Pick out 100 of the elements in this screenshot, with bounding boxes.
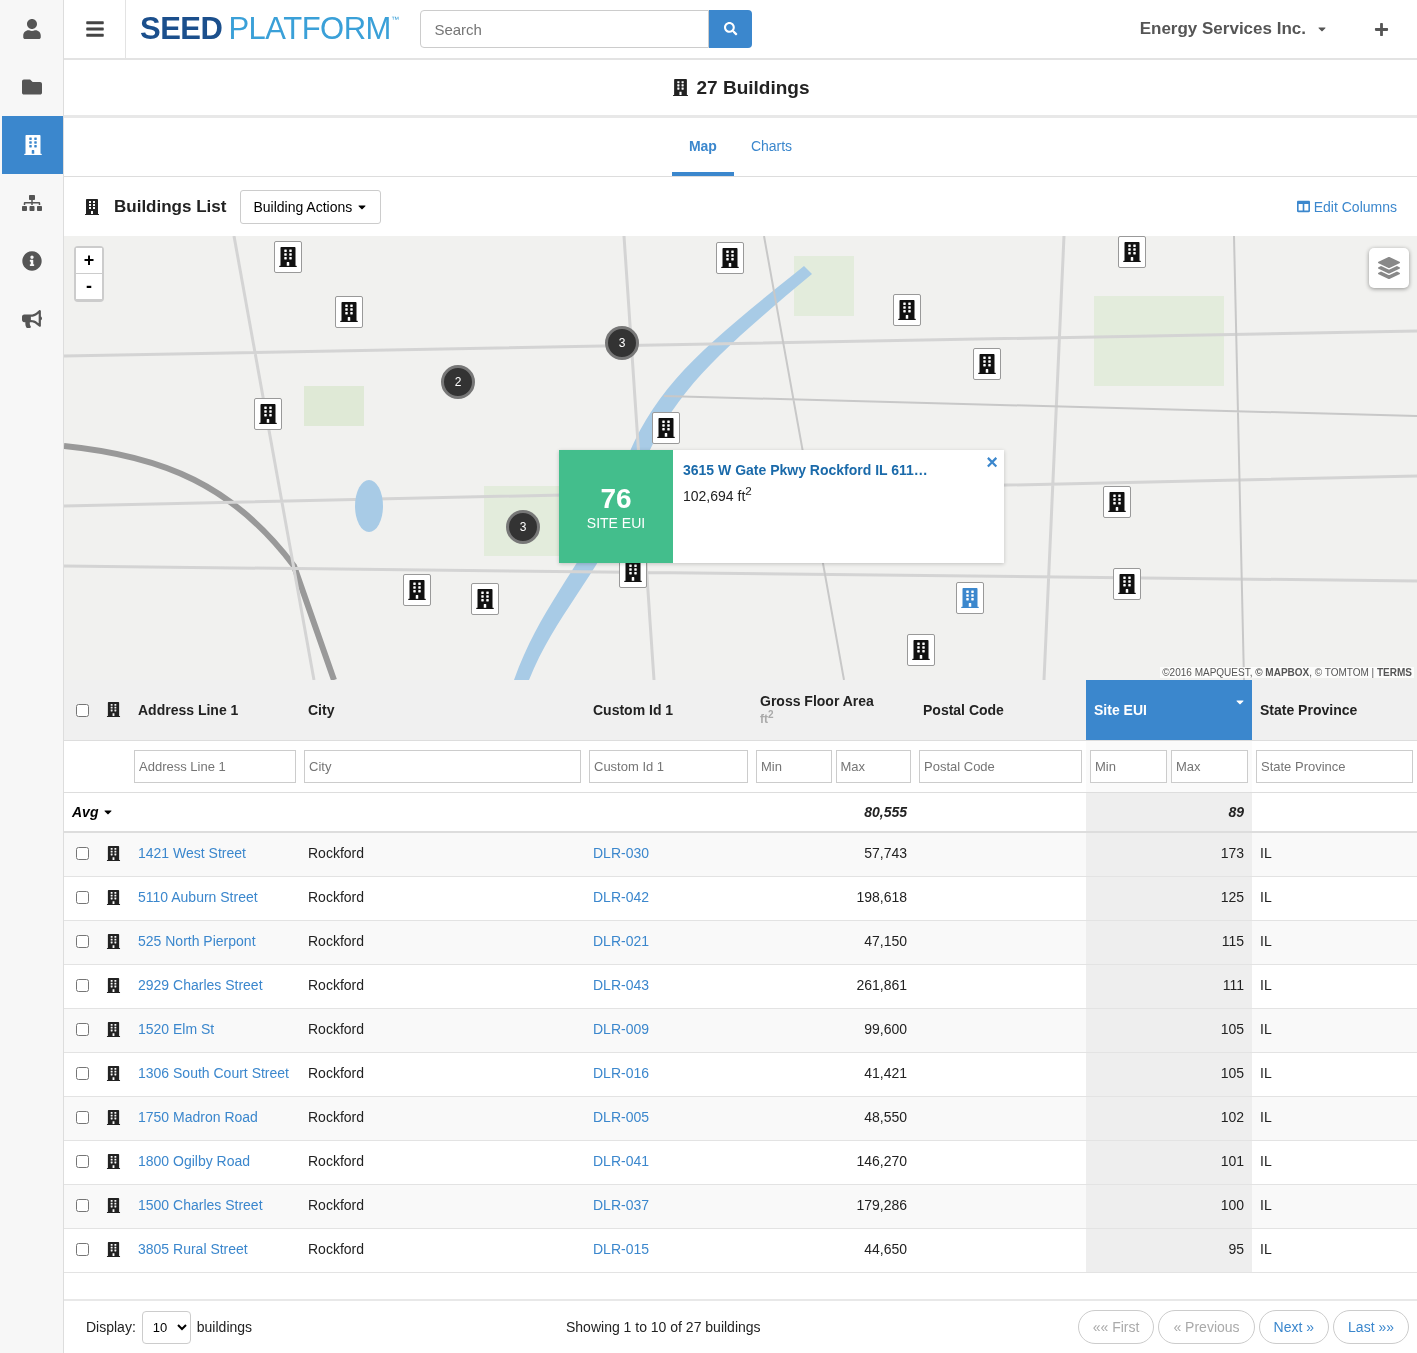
popup-address-link[interactable]: 3615 W Gate Pkwy Rockford IL 611… — [683, 462, 928, 478]
column-header[interactable]: City — [300, 680, 585, 740]
select-all-checkbox[interactable] — [76, 703, 89, 717]
search-button[interactable] — [709, 10, 753, 48]
table-link[interactable]: 1750 Madron Road — [138, 1109, 258, 1125]
row-checkbox[interactable] — [76, 1111, 89, 1124]
table-link[interactable]: 3805 Rural Street — [138, 1241, 248, 1257]
building-marker[interactable] — [652, 412, 680, 444]
aggregate-dropdown[interactable]: Avg — [72, 803, 115, 820]
table-cell: 105 — [1220, 1021, 1244, 1037]
table-cell: IL — [1260, 977, 1272, 993]
filter-field[interactable]: Min — [1090, 749, 1167, 783]
table-link[interactable]: DLR-042 — [593, 889, 650, 905]
filter-field[interactable]: State Province — [1256, 749, 1413, 783]
table-link[interactable]: 1800 Ogilby Road — [138, 1153, 251, 1169]
building-marker[interactable] — [1118, 236, 1146, 268]
table-cell: 57,743 — [864, 845, 907, 861]
filter-field[interactable]: Max — [1171, 749, 1248, 783]
layers-button[interactable] — [1369, 248, 1409, 288]
row-checkbox[interactable] — [76, 1199, 89, 1212]
table-cell: 101 — [1220, 1153, 1244, 1169]
building-marker[interactable] — [716, 242, 744, 274]
column-header[interactable]: Gross Floor Area ft$^{2}$ — [752, 680, 915, 740]
organization-dropdown[interactable]: Energy Services Inc. — [1133, 18, 1334, 40]
list-title: Buildings List — [114, 196, 227, 217]
table-link[interactable]: 1520 Elm St — [138, 1021, 215, 1037]
table-cell: IL — [1260, 889, 1272, 905]
building-marker[interactable] — [893, 294, 921, 326]
close-button[interactable]: × — [986, 452, 998, 472]
row-checkbox[interactable] — [76, 935, 89, 948]
building-icon — [106, 890, 121, 905]
table-link[interactable]: 1421 West Street — [138, 845, 246, 861]
table-link[interactable]: DLR-015 — [593, 1241, 650, 1257]
table-cell: 125 — [1220, 889, 1244, 905]
building-marker[interactable] — [471, 583, 499, 615]
row-checkbox[interactable] — [76, 891, 89, 904]
column-header[interactable]: Custom Id 1 — [585, 680, 752, 740]
page-title: 27 Buildings — [696, 76, 810, 99]
building-marker[interactable] — [335, 296, 363, 328]
table-link[interactable]: 1306 South Court Street — [138, 1065, 289, 1081]
row-checkbox[interactable] — [76, 979, 89, 992]
column-header[interactable]: Postal Code — [915, 680, 1086, 740]
building-marker[interactable] — [274, 241, 302, 273]
table-link[interactable]: DLR-005 — [593, 1109, 650, 1125]
pager-button[interactable]: Last »» — [1333, 1310, 1409, 1344]
menu-icon — [84, 19, 105, 39]
filter-field[interactable]: Max — [835, 749, 911, 783]
column-header[interactable]: Site EUI — [1086, 680, 1252, 740]
building-marker[interactable] — [254, 398, 282, 430]
building-marker[interactable] — [1113, 568, 1141, 600]
sidebar-item[interactable] — [2, 116, 63, 174]
table-cell: 99,600 — [864, 1021, 907, 1037]
building-actions-button[interactable]: Building Actions — [240, 189, 382, 224]
filter-field[interactable]: Min — [756, 749, 832, 783]
table-cell: Rockford — [308, 1197, 365, 1213]
building-marker[interactable] — [1103, 486, 1131, 518]
row-checkbox[interactable] — [76, 1067, 89, 1080]
filter-field[interactable]: City — [304, 749, 581, 783]
table-link[interactable]: DLR-041 — [593, 1153, 650, 1169]
table-cell: 95 — [1228, 1241, 1244, 1257]
table-link[interactable]: 1500 Charles Street — [138, 1197, 263, 1213]
table-link[interactable]: DLR-021 — [593, 933, 650, 949]
column-header[interactable]: Address Line 1 — [130, 680, 300, 740]
page-size-select[interactable]: 10 — [141, 1310, 191, 1344]
pager-button[interactable]: Next » — [1258, 1310, 1330, 1344]
table-cell: 102 — [1220, 1109, 1244, 1125]
table-link[interactable]: DLR-037 — [593, 1197, 650, 1213]
table-link[interactable]: 2929 Charles Street — [138, 977, 263, 993]
row-checkbox[interactable] — [76, 1243, 89, 1256]
table-link[interactable]: DLR-030 — [593, 845, 650, 861]
building-marker[interactable] — [907, 634, 935, 666]
table-cell: Rockford — [308, 889, 365, 905]
table-link[interactable]: 525 North Pierpont — [138, 933, 256, 949]
row-checkbox[interactable] — [76, 1155, 89, 1168]
row-checkbox[interactable] — [76, 1023, 89, 1036]
map[interactable]: 3 2 3 + - 76 SITE EUI 3615 W Gate Pkwy Rockford IL 611… 102,694 ft$^{2}$ × ©2016 MAPQUEST, © MAPBOX, © TOMTOM | TERMS — [64, 236, 1417, 680]
table-cell: 48,550 — [864, 1109, 907, 1125]
filter-field[interactable]: Custom Id 1 — [589, 749, 748, 783]
filter-field[interactable]: Address Line 1 — [134, 749, 296, 783]
table-cell: 173 — [1220, 845, 1244, 861]
tab[interactable]: Map — [671, 138, 734, 176]
tab[interactable]: Charts — [733, 138, 810, 176]
table-cell: IL — [1260, 933, 1272, 949]
search-field[interactable]: Search — [420, 10, 710, 48]
table-cell: IL — [1260, 1109, 1272, 1125]
table-cell: IL — [1260, 1153, 1272, 1169]
eui-label: SITE EUI — [586, 514, 646, 531]
row-checkbox[interactable] — [76, 847, 89, 860]
table-cell: 146,270 — [856, 1153, 907, 1169]
column-header[interactable]: State Province — [1252, 680, 1417, 740]
table-link[interactable]: DLR-016 — [593, 1065, 650, 1081]
zoom-in-button[interactable]: + — [76, 248, 102, 274]
building-marker[interactable] — [973, 348, 1001, 380]
filter-field[interactable]: Postal Code — [919, 749, 1082, 783]
table-link[interactable]: DLR-043 — [593, 977, 650, 993]
building-marker[interactable] — [403, 574, 431, 606]
table-link[interactable]: 5110 Auburn Street — [138, 889, 258, 905]
edit-columns-link[interactable]: Edit Columns — [1296, 198, 1397, 215]
building-marker[interactable] — [956, 582, 984, 614]
table-link[interactable]: DLR-009 — [593, 1021, 650, 1037]
